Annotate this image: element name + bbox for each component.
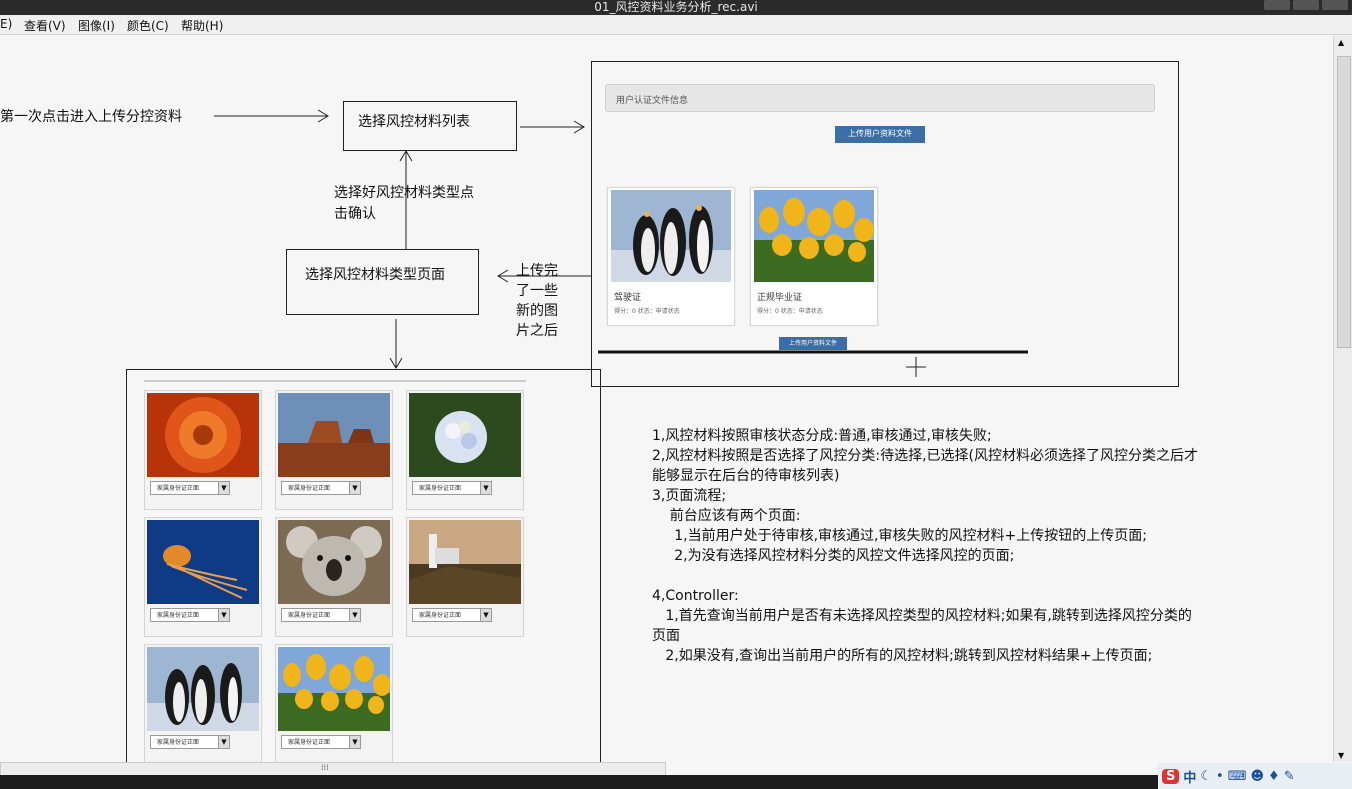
chevron-down-icon[interactable]: ▼: [349, 608, 361, 622]
gallery-card[interactable]: 家属身份证正面 ▼: [144, 644, 262, 762]
chevron-down-icon[interactable]: ▼: [218, 608, 230, 622]
menu-view[interactable]: 查看(V): [24, 17, 66, 34]
shirt-icon[interactable]: ♦: [1268, 769, 1280, 784]
menu-color[interactable]: 颜色(C): [127, 17, 169, 34]
user-icon[interactable]: ☻: [1250, 769, 1264, 784]
note-line: 2,为没有选择风控材料分类的风控文件选择风控的页面;: [652, 548, 1015, 564]
flow-box-type-page: 选择风控材料类型页面: [286, 249, 479, 315]
upload-user-file-button-bottom[interactable]: 上传用户资料文件: [779, 337, 847, 350]
lighthouse-image: [409, 520, 521, 604]
file-card[interactable]: 正规毕业证 得分：0 状态：申请状态: [750, 187, 878, 326]
sogou-icon[interactable]: S: [1162, 768, 1180, 784]
chevron-down-icon[interactable]: ▼: [218, 735, 230, 749]
note-line: 1,当前用户处于待审核,审核通过,审核失败的风控材料+上传按钮的上传页面;: [652, 528, 1147, 544]
note-line: 4,Controller:: [652, 588, 739, 604]
dot-icon[interactable]: •: [1216, 769, 1224, 784]
menu-image[interactable]: 图像(I): [78, 17, 115, 34]
koala-image: [278, 520, 390, 604]
gallery-card[interactable]: 家属身份证正面 ▼: [144, 390, 262, 510]
penguins-image: [147, 647, 259, 731]
note-line: 页面: [652, 628, 680, 644]
note-line: 2,如果没有,查询出当前用户的所有的风控材料;跳转到风控材料结果+上传页面;: [652, 648, 1153, 664]
chevron-down-icon[interactable]: ▼: [349, 481, 361, 495]
upload-user-file-button[interactable]: 上传用户资料文件: [835, 126, 925, 143]
info-header-text: 用户认证文件信息: [616, 96, 689, 106]
menu-file[interactable]: E): [0, 17, 12, 31]
flow-box-material-list: 选择风控材料列表: [343, 101, 517, 151]
taskbar: [0, 775, 1352, 789]
window-controls: [1264, 0, 1348, 10]
confirm-text-line2: 击确认: [334, 206, 376, 222]
upload-done-line4: 片之后: [516, 323, 558, 339]
close-button[interactable]: [1322, 0, 1348, 10]
gallery-card[interactable]: 家属身份证正面 ▼: [275, 390, 393, 510]
scrollbar-thumb[interactable]: [1337, 56, 1351, 348]
maximize-button[interactable]: [1293, 0, 1319, 10]
file-card[interactable]: 驾驶证 得分：0 状态：申请状态: [607, 187, 735, 326]
note-line: 能够显示在后台的待审核列表): [652, 468, 840, 484]
tulips-image: [278, 647, 390, 731]
confirm-text-line1: 选择好风控材料类型点: [334, 185, 474, 201]
gallery-card[interactable]: 家属身份证正面 ▼: [406, 517, 524, 637]
minimize-button[interactable]: [1264, 0, 1290, 10]
note-line: 1,风控材料按照审核状态分成:普通,审核通过,审核失败;: [652, 428, 992, 444]
tulips-image: [754, 190, 874, 282]
ime-mode[interactable]: 中: [1183, 767, 1196, 786]
requirements-notes: 1,风控材料按照审核状态分成:普通,审核通过,审核失败; 2,风控材料按照是否选…: [652, 426, 1198, 666]
moon-icon[interactable]: ☾: [1200, 769, 1212, 784]
flow-box-label: 选择风控材料类型页面: [305, 267, 445, 283]
hydrangea-image: [409, 393, 521, 477]
scroll-up-icon[interactable]: ▲: [1338, 38, 1344, 47]
menu-bar: E) 查看(V) 图像(I) 颜色(C) 帮助(H): [0, 15, 1352, 35]
gallery-card[interactable]: 家属身份证正面 ▼: [275, 644, 393, 762]
entry-text: 第一次点击进入上传分控资料: [0, 109, 182, 125]
card-title: 驾驶证: [614, 293, 642, 303]
vertical-scrollbar[interactable]: ▲ ▼: [1333, 36, 1352, 762]
flow-box-label: 选择风控材料列表: [358, 114, 470, 130]
type-select-page-mockup: 家属身份证正面 ▼ 家属身份证正面 ▼ 家属身份证正面 ▼ 家属身份证正面 ▼ …: [126, 369, 601, 762]
window-title: 01_风控资料业务分析_rec.avi: [594, 0, 758, 14]
upload-page-mockup: 用户认证文件信息 上传用户资料文件 驾驶证 得分：0 状态：申请状态 正规毕业证: [591, 61, 1179, 387]
note-line: [652, 566, 1198, 586]
wrench-icon[interactable]: ✎: [1284, 769, 1295, 784]
ime-tray: S 中 ☾ • ⌨ ☻ ♦ ✎: [1158, 763, 1352, 789]
upload-done-line3: 新的图: [516, 303, 558, 319]
menu-help[interactable]: 帮助(H): [181, 17, 223, 34]
chevron-down-icon[interactable]: ▼: [480, 608, 492, 622]
scroll-down-icon[interactable]: ▼: [1338, 751, 1344, 760]
chevron-down-icon[interactable]: ▼: [349, 735, 361, 749]
penguins-image: [611, 190, 731, 282]
note-line: 前台应该有两个页面:: [652, 508, 801, 524]
note-line: 2,风控材料按照是否选择了风控分类:待选择,已选择(风控材料必须选择了风控分类之…: [652, 448, 1198, 464]
card-meta: 得分：0 状态：申请状态: [757, 308, 823, 315]
gallery-card[interactable]: 家属身份证正面 ▼: [406, 390, 524, 510]
chrysanthemum-image: [147, 393, 259, 477]
divider: [144, 380, 526, 382]
video-canvas: 第一次点击进入上传分控资料 选择风控材料列表 选择好风控材料类型点 击确认 选择…: [0, 36, 1334, 762]
keyboard-icon[interactable]: ⌨: [1228, 769, 1247, 784]
desert-image: [278, 393, 390, 477]
chevron-down-icon[interactable]: ▼: [218, 481, 230, 495]
scroll-grip-icon[interactable]: ⁞⁞⁞: [321, 763, 329, 772]
gallery-card[interactable]: 家属身份证正面 ▼: [275, 517, 393, 637]
jellyfish-image: [147, 520, 259, 604]
note-line: 3,页面流程;: [652, 488, 727, 504]
gallery-card[interactable]: 家属身份证正面 ▼: [144, 517, 262, 637]
window-titlebar: 01_风控资料业务分析_rec.avi: [0, 0, 1352, 15]
info-header: 用户认证文件信息: [605, 84, 1155, 112]
card-meta: 得分：0 状态：申请状态: [614, 308, 680, 315]
upload-done-line1: 上传完: [516, 263, 558, 279]
card-title: 正规毕业证: [757, 293, 803, 303]
note-line: 1,首先查询当前用户是否有未选择风控类型的风控材料;如果有,跳转到选择风控分类的: [652, 608, 1192, 624]
chevron-down-icon[interactable]: ▼: [480, 481, 492, 495]
upload-done-line2: 了一些: [516, 283, 558, 299]
